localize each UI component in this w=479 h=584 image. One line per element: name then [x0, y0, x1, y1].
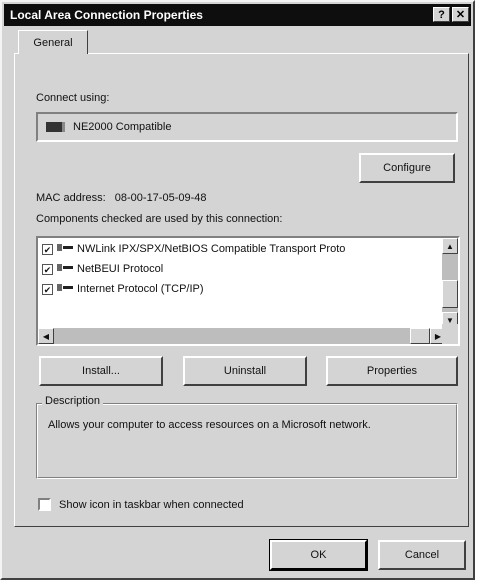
network-card-icon [46, 122, 65, 132]
show-icon-checkbox-row[interactable]: Show icon in taskbar when connected [38, 498, 244, 511]
mac-label-text: MAC address: [36, 192, 106, 204]
description-legend: Description [42, 395, 104, 407]
checkbox-checked-icon[interactable]: ✔ [42, 263, 53, 275]
uninstall-button[interactable]: Uninstall [183, 356, 307, 386]
list-item[interactable]: ✔ Internet Protocol (TCP/IP) [42, 280, 204, 298]
scroll-left-arrow-icon[interactable]: ◀ [38, 328, 54, 344]
configure-button[interactable]: Configure [359, 153, 455, 183]
protocol-icon [57, 244, 73, 254]
show-icon-label: Show icon in taskbar when connected [59, 498, 244, 511]
install-button[interactable]: Install... [39, 356, 163, 386]
help-button[interactable]: ? [433, 7, 450, 22]
scrollbar-corner [442, 324, 458, 344]
horizontal-scroll-thumb[interactable] [410, 328, 430, 344]
scroll-up-arrow-icon[interactable]: ▲ [442, 238, 458, 254]
list-item-label: NetBEUI Protocol [77, 263, 164, 275]
close-icon: ✕ [455, 9, 466, 21]
mac-address-label: MAC address: 08-00-17-05-09-48 [36, 192, 207, 204]
close-button[interactable]: ✕ [452, 7, 469, 22]
connect-using-label: Connect using: [36, 92, 110, 104]
checkbox-checked-icon[interactable]: ✔ [42, 283, 53, 295]
horizontal-scrollbar[interactable]: ◀ ▶ [38, 328, 446, 344]
cancel-button[interactable]: Cancel [378, 540, 466, 570]
tab-general[interactable]: General [18, 30, 88, 54]
list-item-label: Internet Protocol (TCP/IP) [77, 283, 204, 295]
tab-general-label: General [33, 36, 73, 49]
title-bar: Local Area Connection Properties ? ✕ [4, 4, 471, 26]
show-icon-checkbox[interactable] [38, 498, 51, 511]
list-item[interactable]: ✔ NWLink IPX/SPX/NetBIOS Compatible Tran… [42, 240, 345, 258]
protocol-icon [57, 264, 73, 274]
adapter-name: NE2000 Compatible [73, 121, 172, 133]
adapter-field: NE2000 Compatible [36, 112, 458, 142]
description-groupbox [36, 403, 458, 479]
components-label: Components checked are used by this conn… [36, 213, 283, 225]
list-item[interactable]: ✔ NetBEUI Protocol [42, 260, 163, 278]
checkbox-checked-icon[interactable]: ✔ [42, 243, 53, 255]
list-item-label: NWLink IPX/SPX/NetBIOS Compatible Transp… [77, 243, 346, 255]
vertical-scrollbar[interactable]: ▲ ▼ [442, 238, 458, 328]
vertical-scroll-thumb[interactable] [442, 280, 458, 308]
properties-button[interactable]: Properties [326, 356, 458, 386]
components-list[interactable]: ✔ NWLink IPX/SPX/NetBIOS Compatible Tran… [36, 236, 460, 346]
window-title: Local Area Connection Properties [10, 8, 203, 22]
ok-button[interactable]: OK [269, 539, 368, 571]
description-text: Allows your computer to access resources… [48, 419, 371, 431]
protocol-icon [57, 284, 73, 294]
mac-value: 08-00-17-05-09-48 [114, 192, 207, 204]
